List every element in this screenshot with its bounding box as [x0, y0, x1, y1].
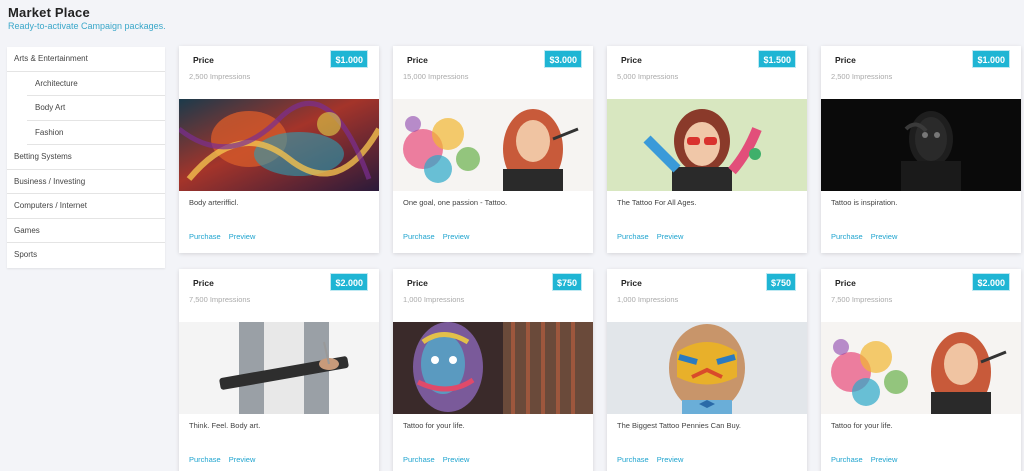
- category-body-art[interactable]: Body Art: [27, 96, 165, 121]
- package-description: Think. Feel. Body art.: [189, 421, 261, 430]
- price-label: Price: [407, 55, 428, 65]
- purchase-link[interactable]: Purchase: [189, 232, 221, 241]
- preview-link[interactable]: Preview: [443, 455, 470, 464]
- purchase-link[interactable]: Purchase: [617, 232, 649, 241]
- package-image[interactable]: [393, 322, 593, 414]
- price-label: Price: [193, 278, 214, 288]
- price-badge: $1.000: [330, 50, 368, 68]
- package-description: Tattoo for your life.: [831, 421, 893, 430]
- package-image[interactable]: [821, 99, 1021, 191]
- package-description: Tattoo is inspiration.: [831, 198, 898, 207]
- package-card: Price $1.500 5,000 Impressions The Tatto…: [607, 46, 807, 253]
- package-card: Price $2.000 7,500 Impressions Tattoo fo…: [821, 269, 1021, 471]
- package-description: The Biggest Tattoo Pennies Can Buy.: [617, 421, 741, 430]
- preview-link[interactable]: Preview: [443, 232, 470, 241]
- card-actions: Purchase Preview: [189, 232, 263, 241]
- page-subtitle: Ready-to-activate Campaign packages.: [8, 21, 166, 31]
- package-card: Price $1.000 2,500 Impressions Tattoo is…: [821, 46, 1021, 253]
- purchase-link[interactable]: Purchase: [617, 455, 649, 464]
- purchase-link[interactable]: Purchase: [403, 232, 435, 241]
- price-badge: $750: [551, 273, 582, 291]
- preview-link[interactable]: Preview: [657, 232, 684, 241]
- price-badge: $3.000: [544, 50, 582, 68]
- category-business-investing[interactable]: Business / Investing: [7, 170, 165, 194]
- package-card: Price $3.000 15,000 Impressions One goal…: [393, 46, 593, 253]
- card-actions: Purchase Preview: [403, 232, 477, 241]
- package-card: Price $1.000 2,500 Impressions Body arte…: [179, 46, 379, 253]
- package-description: Body arterifficl.: [189, 198, 239, 207]
- package-image[interactable]: [607, 99, 807, 191]
- card-actions: Purchase Preview: [617, 455, 691, 464]
- price-label: Price: [835, 278, 856, 288]
- package-description: The Tattoo For All Ages.: [617, 198, 697, 207]
- category-sidebar: Arts & Entertainment Architecture Body A…: [7, 47, 165, 268]
- category-sports[interactable]: Sports: [7, 243, 165, 268]
- preview-link[interactable]: Preview: [229, 232, 256, 241]
- price-badge: $1.000: [972, 50, 1010, 68]
- impressions-count: 2,500 Impressions: [831, 72, 893, 81]
- package-image[interactable]: [607, 322, 807, 414]
- impressions-count: 5,000 Impressions: [617, 72, 679, 81]
- price-label: Price: [621, 278, 642, 288]
- card-actions: Purchase Preview: [831, 455, 905, 464]
- package-description: One goal, one passion - Tattoo.: [403, 198, 508, 207]
- category-betting-systems[interactable]: Betting Systems: [7, 145, 165, 170]
- package-image[interactable]: [821, 322, 1021, 414]
- price-badge: $2.000: [972, 273, 1010, 291]
- card-actions: Purchase Preview: [617, 232, 691, 241]
- impressions-count: 15,000 Impressions: [403, 72, 469, 81]
- price-badge: $1.500: [758, 50, 796, 68]
- impressions-count: 7,500 Impressions: [189, 295, 251, 304]
- price-badge: $750: [765, 273, 796, 291]
- preview-link[interactable]: Preview: [657, 455, 684, 464]
- card-actions: Purchase Preview: [831, 232, 905, 241]
- category-computers-internet[interactable]: Computers / Internet: [7, 194, 165, 219]
- purchase-link[interactable]: Purchase: [189, 455, 221, 464]
- preview-link[interactable]: Preview: [871, 232, 898, 241]
- package-card: Price $750 1,000 Impressions The Biggest…: [607, 269, 807, 471]
- impressions-count: 1,000 Impressions: [617, 295, 679, 304]
- package-image[interactable]: [179, 99, 379, 191]
- purchase-link[interactable]: Purchase: [831, 455, 863, 464]
- preview-link[interactable]: Preview: [229, 455, 256, 464]
- price-label: Price: [407, 278, 428, 288]
- category-architecture[interactable]: Architecture: [27, 72, 165, 96]
- package-description: Tattoo for your life.: [403, 421, 465, 430]
- package-image[interactable]: [393, 99, 593, 191]
- preview-link[interactable]: Preview: [871, 455, 898, 464]
- card-actions: Purchase Preview: [189, 455, 263, 464]
- package-image[interactable]: [179, 322, 379, 414]
- impressions-count: 7,500 Impressions: [831, 295, 893, 304]
- price-label: Price: [621, 55, 642, 65]
- price-label: Price: [835, 55, 856, 65]
- price-label: Price: [193, 55, 214, 65]
- category-fashion[interactable]: Fashion: [27, 121, 165, 145]
- package-card: Price $750 1,000 Impressions Tattoo for …: [393, 269, 593, 471]
- purchase-link[interactable]: Purchase: [831, 232, 863, 241]
- impressions-count: 2,500 Impressions: [189, 72, 251, 81]
- price-badge: $2.000: [330, 273, 368, 291]
- purchase-link[interactable]: Purchase: [403, 455, 435, 464]
- package-card: Price $2.000 7,500 Impressions Think. Fe…: [179, 269, 379, 471]
- page-title: Market Place: [8, 5, 90, 20]
- card-actions: Purchase Preview: [403, 455, 477, 464]
- page-header: Market Place Ready-to-activate Campaign …: [8, 5, 166, 31]
- impressions-count: 1,000 Impressions: [403, 295, 465, 304]
- category-games[interactable]: Games: [7, 219, 165, 243]
- category-arts-entertainment[interactable]: Arts & Entertainment: [7, 47, 165, 72]
